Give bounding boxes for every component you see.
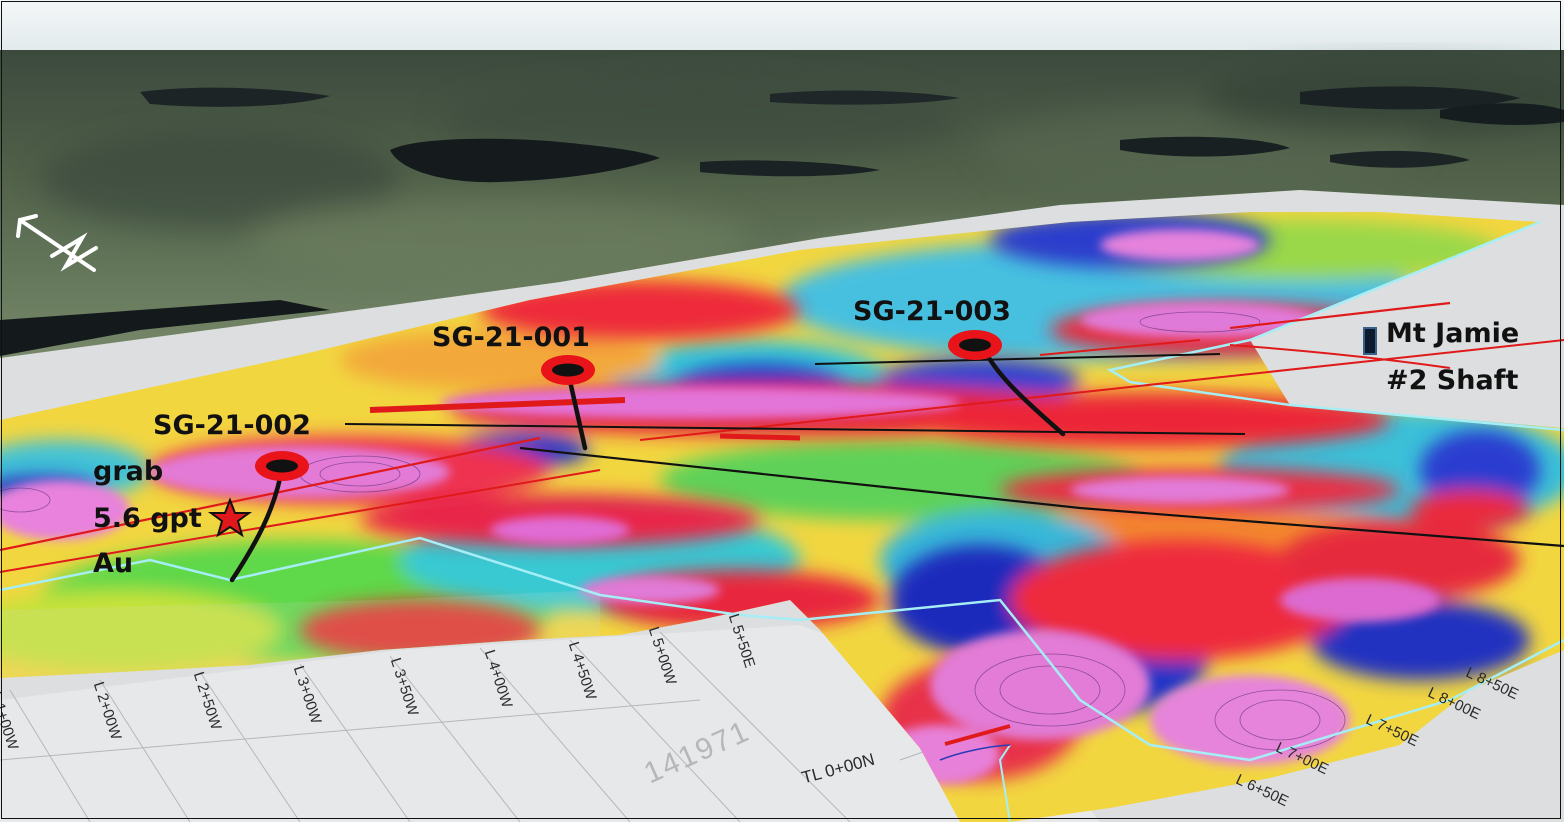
collar-sg-21-001[interactable] — [541, 355, 595, 385]
sample-label-line3: Au — [93, 548, 134, 579]
map-view: L 1+00W L 2+00W L 2+50W L 3+00W L 3+50W … — [0, 0, 1564, 822]
collar-sg-21-003[interactable] — [948, 330, 1002, 360]
drill-hole-label: SG-21-001 — [432, 322, 590, 353]
drill-hole-label: SG-21-002 — [153, 410, 311, 441]
shaft-label-line2: #2 Shaft — [1386, 365, 1519, 396]
collar-sg-21-002[interactable] — [255, 451, 309, 481]
shaft-label-line1: Mt Jamie — [1386, 318, 1520, 349]
sample-label-line2: 5.6 gpt — [93, 503, 202, 534]
drill-hole-label: SG-21-003 — [853, 296, 1011, 327]
shaft-icon — [1363, 327, 1377, 355]
sample-label-line1: grab — [93, 456, 164, 487]
